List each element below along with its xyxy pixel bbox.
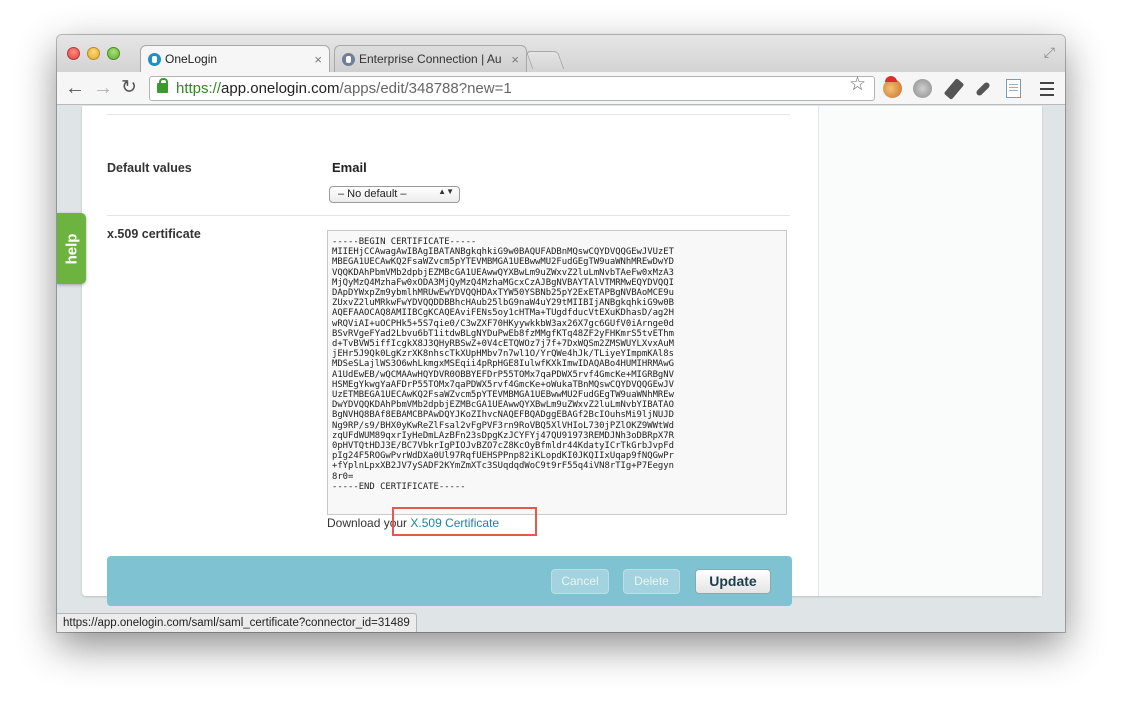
tab-close-icon[interactable]: × <box>511 46 519 72</box>
email-column-header: Email <box>332 160 367 175</box>
auth0-favicon-icon <box>342 53 355 66</box>
url-host: app.onelogin.com <box>221 80 340 97</box>
tab-strip: OneLogin × Enterprise Connection | Au × … <box>57 35 1065 72</box>
extension-check-icon[interactable] <box>913 79 932 98</box>
tab-onelogin[interactable]: OneLogin × <box>140 45 330 72</box>
email-default-select[interactable]: – No default – ▲▼ <box>329 186 460 203</box>
onelogin-favicon-icon <box>148 53 161 66</box>
minimize-window-button[interactable] <box>87 47 100 60</box>
back-arrow-icon[interactable]: ← <box>65 76 85 100</box>
browser-window: OneLogin × Enterprise Connection | Au × … <box>57 35 1065 632</box>
update-button[interactable]: Update <box>695 569 771 594</box>
tab-close-icon[interactable]: × <box>314 46 322 72</box>
browser-menu-icon[interactable] <box>1040 82 1054 96</box>
zoom-window-button[interactable] <box>107 47 120 60</box>
help-label: help <box>63 233 80 264</box>
delete-button[interactable]: Delete <box>623 569 680 594</box>
browser-toolbar: ← → ↻ https://app.onelogin.com/apps/edit… <box>57 72 1065 105</box>
eyedropper-icon[interactable] <box>943 78 965 100</box>
wrench-icon[interactable] <box>975 81 991 97</box>
bookmark-star-icon[interactable]: ☆ <box>849 73 866 96</box>
address-bar[interactable]: https://app.onelogin.com/apps/edit/34878… <box>149 76 875 101</box>
status-bar-url: https://app.onelogin.com/saml/saml_certi… <box>57 613 417 632</box>
app-settings-panel: Default values Email – No default – ▲▼ x… <box>82 106 1042 606</box>
select-value: – No default – <box>338 188 407 200</box>
lock-icon <box>157 78 168 93</box>
new-tab-button[interactable] <box>525 51 565 69</box>
default-values-label: Default values <box>107 161 192 175</box>
reload-icon[interactable]: ↻ <box>121 76 137 100</box>
right-sidebar <box>818 106 1042 596</box>
divider <box>107 215 790 216</box>
tab-title: Enterprise Connection | Au <box>359 52 502 66</box>
select-arrows-icon: ▲▼ <box>438 187 454 196</box>
forward-arrow-icon[interactable]: → <box>93 76 113 100</box>
certificate-textarea[interactable]: -----BEGIN CERTIFICATE----- MIIEHjCCAwag… <box>327 230 787 515</box>
help-tab[interactable]: help <box>57 213 86 284</box>
cancel-button[interactable]: Cancel <box>551 569 609 594</box>
notepad-icon[interactable] <box>1006 79 1021 98</box>
url-scheme: https:// <box>176 80 222 97</box>
tab-enterprise-connection[interactable]: Enterprise Connection | Au × <box>334 45 527 72</box>
fullscreen-icon[interactable]: ⤢ <box>1044 44 1055 61</box>
annotation-highlight-box <box>392 507 537 536</box>
certificate-label: x.509 certificate <box>107 227 201 241</box>
page-viewport: Default values Email – No default – ▲▼ x… <box>57 106 1065 632</box>
url-path: /apps/edit/348788?new=1 <box>339 80 512 97</box>
extension-santa-icon[interactable] <box>883 76 902 98</box>
divider <box>107 114 790 115</box>
action-bar: Cancel Delete Update <box>107 556 792 606</box>
tab-title: OneLogin <box>165 52 218 66</box>
close-window-button[interactable] <box>67 47 80 60</box>
